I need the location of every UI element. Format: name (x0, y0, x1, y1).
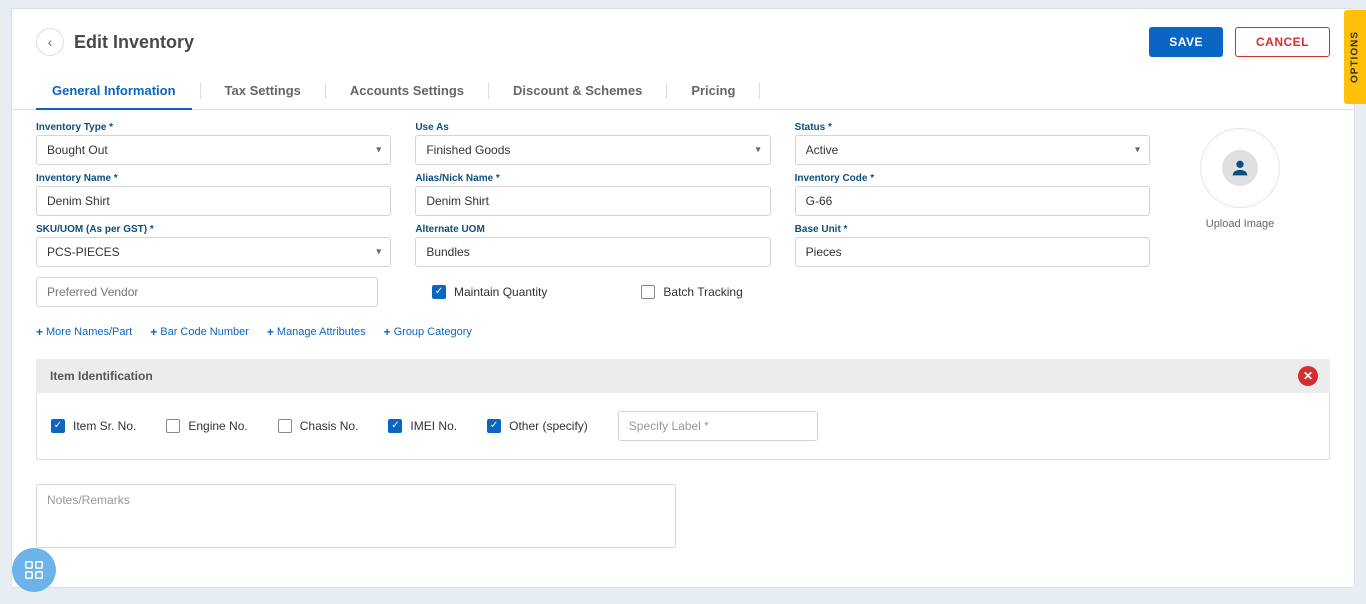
back-button[interactable]: ‹ (36, 28, 64, 56)
page-title: Edit Inventory (74, 32, 194, 53)
item-identification-header: Item Identification ✕ (36, 359, 1330, 393)
other-specify-label: Other (specify) (509, 419, 588, 433)
inventory-name-input[interactable] (36, 186, 391, 216)
plus-icon: + (384, 325, 391, 339)
alternate-uom-label: Alternate UOM (415, 224, 770, 235)
inventory-code-label: Inventory Code * (795, 173, 1150, 184)
group-category-link[interactable]: +Group Category (384, 325, 472, 339)
inventory-type-select[interactable] (36, 135, 391, 165)
batch-tracking-checkbox[interactable] (641, 285, 655, 299)
grid-icon (23, 559, 45, 581)
inventory-name-label: Inventory Name * (36, 173, 391, 184)
specify-label-input[interactable] (618, 411, 818, 441)
item-serial-label: Item Sr. No. (73, 419, 136, 433)
chasis-no-checkbox[interactable] (278, 419, 292, 433)
use-as-label: Use As (415, 122, 770, 133)
status-select[interactable] (795, 135, 1150, 165)
plus-icon: + (267, 325, 274, 339)
imei-no-label: IMEI No. (410, 419, 457, 433)
manage-attributes-link[interactable]: +Manage Attributes (267, 325, 366, 339)
notes-remarks-textarea[interactable] (36, 484, 676, 548)
inventory-type-label: Inventory Type * (36, 122, 391, 133)
tab-accounts-settings[interactable]: Accounts Settings (334, 73, 480, 109)
imei-no-checkbox[interactable] (388, 419, 402, 433)
engine-no-label: Engine No. (188, 419, 247, 433)
avatar-placeholder (1222, 150, 1258, 186)
tab-separator (666, 83, 667, 99)
maintain-quantity-label: Maintain Quantity (454, 285, 547, 299)
item-serial-checkbox[interactable] (51, 419, 65, 433)
status-label: Status * (795, 122, 1150, 133)
inventory-code-input[interactable] (795, 186, 1150, 216)
upload-image-area[interactable] (1200, 128, 1280, 208)
tab-pricing[interactable]: Pricing (675, 73, 751, 109)
upload-image-label: Upload Image (1206, 218, 1275, 230)
plus-icon: + (150, 325, 157, 339)
chevron-left-icon: ‹ (48, 34, 53, 50)
person-icon (1229, 157, 1251, 179)
sku-label: SKU/UOM (As per GST) * (36, 224, 391, 235)
batch-tracking-label: Batch Tracking (663, 285, 742, 299)
preferred-vendor-input[interactable] (36, 277, 378, 307)
plus-icon: + (36, 325, 43, 339)
tab-separator (325, 83, 326, 99)
tab-general-information[interactable]: General Information (36, 73, 192, 109)
use-as-select[interactable] (415, 135, 770, 165)
chasis-no-label: Chasis No. (300, 419, 359, 433)
barcode-number-link[interactable]: +Bar Code Number (150, 325, 249, 339)
base-unit-label: Base Unit * (795, 224, 1150, 235)
sku-select[interactable] (36, 237, 391, 267)
close-section-button[interactable]: ✕ (1298, 366, 1318, 386)
engine-no-checkbox[interactable] (166, 419, 180, 433)
tab-discount-schemes[interactable]: Discount & Schemes (497, 73, 658, 109)
alternate-uom-input[interactable] (415, 237, 770, 267)
other-specify-checkbox[interactable] (487, 419, 501, 433)
save-button[interactable]: SAVE (1149, 27, 1223, 57)
maintain-quantity-checkbox[interactable] (432, 285, 446, 299)
apps-fab-button[interactable] (12, 548, 56, 592)
alias-label: Alias/Nick Name * (415, 173, 770, 184)
options-side-tab[interactable]: OPTIONS (1344, 10, 1366, 104)
close-icon: ✕ (1303, 369, 1313, 383)
tab-separator (759, 83, 760, 99)
cancel-button[interactable]: CANCEL (1235, 27, 1330, 57)
tab-separator (200, 83, 201, 99)
base-unit-input[interactable] (795, 237, 1150, 267)
tab-separator (488, 83, 489, 99)
tab-tax-settings[interactable]: Tax Settings (209, 73, 317, 109)
more-names-link[interactable]: +More Names/Part (36, 325, 132, 339)
alias-input[interactable] (415, 186, 770, 216)
